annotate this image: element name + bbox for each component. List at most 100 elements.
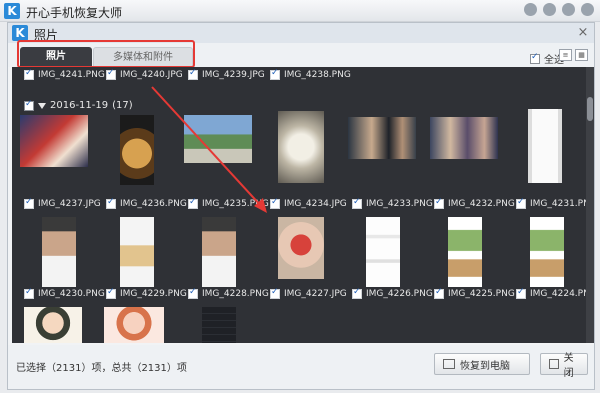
photo-thumbnail[interactable] [120,217,154,287]
photo-checkbox[interactable] [516,197,526,209]
group-count: (17) [112,100,133,111]
dialog-close-icon[interactable]: × [576,26,590,40]
photo-item[interactable]: IMG_4228.PNG [188,287,269,299]
recover-to-computer-button[interactable]: 恢复到电脑 [434,353,530,375]
photo-thumbnail[interactable] [184,115,252,163]
view-toggle: ≡ ▦ [559,49,588,61]
photo-filename: IMG_4234.JPG [284,199,347,209]
photo-item[interactable]: IMG_4225.PNG [434,287,515,299]
select-all-checkbox[interactable] [530,52,540,64]
photo-checkbox[interactable] [352,197,362,209]
photo-item[interactable]: IMG_4237.JPG [24,197,101,209]
photo-filename: IMG_4231.PNG [530,199,586,209]
photo-grid: IMG_4241.PNG IMG_4240.JPG IMG_4239.JPG I… [12,67,586,343]
photo-checkbox[interactable] [106,197,116,209]
photo-thumbnail[interactable] [366,217,400,287]
photo-filename: IMG_4229.PNG [120,289,187,299]
photo-dialog: K 照片 × 照片 多媒体和附件 全选 ≡ ▦ IMG_4241.PNG IMG… [7,22,595,390]
photo-item[interactable]: IMG_4226.PNG [352,287,433,299]
close-button-label: 关闭 [563,353,574,379]
app-logo: K [4,3,20,19]
group-checkbox[interactable] [24,99,34,111]
photo-item[interactable]: IMG_4230.PNG [24,287,105,299]
photo-thumbnail[interactable] [278,217,324,279]
exit-icon [549,359,559,369]
photo-thumbnail[interactable] [20,115,88,167]
dialog-logo: K [12,25,28,41]
close-button[interactable]: 关闭 [540,353,588,379]
app-title: 开心手机恢复大师 [26,6,123,20]
recover-button-label: 恢复到电脑 [460,360,510,372]
photo-thumbnail[interactable] [530,217,564,287]
photo-checkbox[interactable] [24,197,34,209]
photo-thumbnail[interactable] [202,217,236,287]
photo-thumbnail[interactable] [528,109,562,183]
list-view-icon[interactable]: ≡ [559,49,572,61]
photo-item[interactable]: IMG_4236.PNG [106,197,187,209]
photo-filename: IMG_4224.PNG [530,289,586,299]
photo-checkbox[interactable] [106,68,116,80]
photo-checkbox[interactable] [270,287,280,299]
photo-filename: IMG_4238.PNG [284,70,351,80]
collapse-icon[interactable] [38,102,46,109]
photo-item[interactable]: IMG_4233.PNG [352,197,433,209]
photo-thumbnail[interactable] [348,117,416,159]
photo-filename: IMG_4230.PNG [38,289,105,299]
photo-filename: IMG_4235.PNG [202,199,269,209]
photo-checkbox[interactable] [188,287,198,299]
photo-item[interactable]: IMG_4224.PNG [516,287,586,299]
photo-filename: IMG_4232.PNG [448,199,515,209]
group-date: 2016-11-19 [50,100,109,111]
photo-checkbox[interactable] [270,197,280,209]
photo-item[interactable]: IMG_4240.JPG [106,68,183,80]
app-window-actions [524,3,594,16]
photo-checkbox[interactable] [106,287,116,299]
photo-checkbox[interactable] [434,197,444,209]
photo-checkbox[interactable] [516,287,526,299]
photo-thumbnail[interactable] [24,307,82,343]
calendar-view-icon[interactable]: ▦ [575,49,588,61]
photo-filename: IMG_4236.PNG [120,199,187,209]
photo-thumbnail[interactable] [448,217,482,287]
photo-item[interactable]: IMG_4232.PNG [434,197,515,209]
photo-filename: IMG_4241.PNG [38,70,105,80]
photo-thumbnail[interactable] [430,117,498,159]
photo-item[interactable]: IMG_4234.JPG [270,197,347,209]
photo-item[interactable]: IMG_4239.JPG [188,68,265,80]
photo-filename: IMG_4239.JPG [202,70,265,80]
minimize-icon[interactable] [562,3,575,16]
photo-item[interactable]: IMG_4238.PNG [270,68,351,80]
selection-status: 已选择（2131）项，总共（2131）项 [16,363,187,374]
wechat-icon[interactable] [524,3,537,16]
scrollbar[interactable] [586,67,594,343]
photo-checkbox[interactable] [24,68,34,80]
photo-checkbox[interactable] [352,287,362,299]
photo-item[interactable]: IMG_4241.PNG [24,68,105,80]
photo-checkbox[interactable] [270,68,280,80]
photo-thumbnail[interactable] [120,115,154,185]
photo-filename: IMG_4237.JPG [38,199,101,209]
scrollbar-thumb[interactable] [587,97,593,121]
photo-item[interactable]: IMG_4231.PNG [516,197,586,209]
app-title-bar: K 开心手机恢复大师 [0,0,600,22]
tab-highlight-box [17,40,195,68]
date-group-header[interactable]: 2016-11-19 (17) [24,99,133,111]
photo-thumbnail[interactable] [278,111,324,183]
chat-icon[interactable] [543,3,556,16]
photo-checkbox[interactable] [434,287,444,299]
photo-thumbnail[interactable] [42,217,76,287]
photo-checkbox[interactable] [188,68,198,80]
photo-item[interactable]: IMG_4235.PNG [188,197,269,209]
photo-checkbox[interactable] [24,287,34,299]
close-icon[interactable] [581,3,594,16]
photo-checkbox[interactable] [188,197,198,209]
photo-filename: IMG_4228.PNG [202,289,269,299]
photo-thumbnail[interactable] [202,307,236,343]
computer-icon [443,359,455,369]
photo-thumbnail[interactable] [104,307,164,343]
photo-item[interactable]: IMG_4229.PNG [106,287,187,299]
photo-filename: IMG_4225.PNG [448,289,515,299]
dialog-footer: 已选择（2131）项，总共（2131）项 恢复到电脑 关闭 [8,345,594,389]
photo-item[interactable]: IMG_4227.JPG [270,287,347,299]
photo-filename: IMG_4227.JPG [284,289,347,299]
